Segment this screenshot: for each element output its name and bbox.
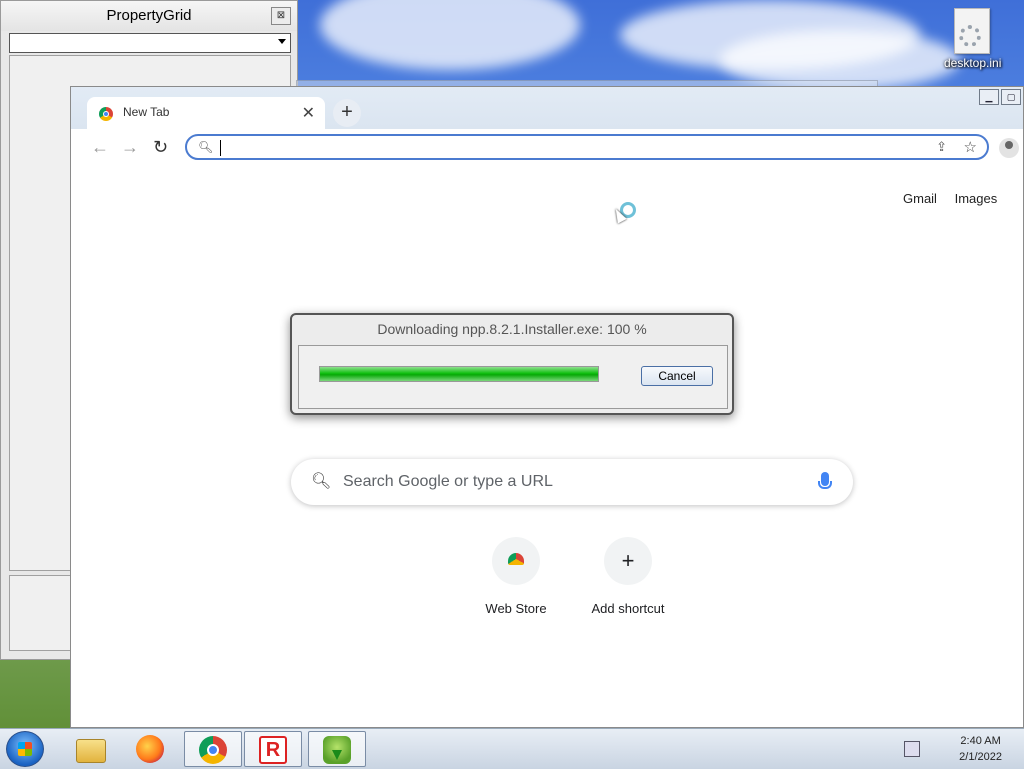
web-store-icon: [492, 537, 540, 585]
gmail-link[interactable]: Gmail: [903, 191, 937, 206]
file-explorer-icon: [76, 739, 106, 763]
top-links: Gmail Images: [903, 191, 1011, 206]
property-grid-titlebar[interactable]: PropertyGrid ⊠: [1, 1, 297, 31]
desktop-icon-label: desktop.ini: [944, 56, 1002, 70]
profile-avatar-icon[interactable]: [999, 138, 1019, 158]
reload-button[interactable]: ↻: [153, 137, 168, 158]
object-selector-dropdown[interactable]: [9, 33, 291, 53]
bookmark-star-icon[interactable]: ☆: [964, 138, 977, 156]
clock-time: 2:40 AM: [960, 735, 1001, 747]
maximize-button[interactable]: ▢: [1001, 89, 1021, 105]
taskbar-chrome[interactable]: [184, 731, 242, 767]
windows-logo-icon: [18, 742, 32, 756]
text-caret: [220, 140, 221, 156]
network-icon[interactable]: [904, 741, 920, 757]
shortcut-label: Web Store: [485, 601, 547, 616]
desktop-file-icon[interactable]: desktop.ini: [944, 8, 1002, 70]
system-tray: 2:40 AM 2/1/2022: [904, 729, 1024, 769]
cancel-button[interactable]: Cancel: [641, 366, 713, 386]
download-dialog: Downloading npp.8.2.1.Installer.exe: 100…: [290, 313, 734, 415]
window-controls: ▁ ▢: [979, 89, 1021, 105]
new-tab-button[interactable]: +: [333, 99, 361, 127]
taskbar-firefox[interactable]: [122, 731, 180, 767]
address-bar[interactable]: 🔍︎ ⇪ ☆: [185, 134, 989, 160]
start-button[interactable]: [6, 731, 44, 767]
plus-icon: +: [604, 537, 652, 585]
apps-menu-icon[interactable]: ⋮: [1017, 187, 1024, 207]
tab-title: New Tab: [123, 105, 170, 119]
forward-button[interactable]: →: [121, 137, 139, 158]
browser-toolbar: ← → ↻ 🔍︎ ⇪ ☆: [71, 129, 1023, 167]
taskbar-app-r[interactable]: R: [244, 731, 302, 767]
property-grid-title: PropertyGrid: [106, 7, 192, 24]
app-r-icon: R: [259, 736, 287, 764]
desktop-cloud: [320, 0, 580, 70]
chrome-center-icon: [207, 744, 219, 756]
taskbar-installer[interactable]: [308, 731, 366, 767]
taskbar-file-explorer[interactable]: [62, 731, 120, 767]
download-progress-bar: [319, 366, 599, 382]
firefox-icon: [136, 735, 164, 763]
chrome-icon: [199, 736, 227, 764]
back-button[interactable]: ←: [91, 137, 109, 158]
chevron-down-icon[interactable]: [278, 39, 286, 44]
download-arrow-icon: [332, 750, 342, 760]
search-icon: 🔍︎: [198, 140, 214, 154]
browser-titlebar[interactable]: ▁ ▢ New Tab ✕ + ← → ↻ 🔍︎ ⇪ ☆: [71, 87, 1023, 167]
shortcut-add[interactable]: + Add shortcut: [573, 537, 683, 616]
chrome-web-store-icon: [508, 553, 524, 565]
shortcut-web-store[interactable]: Web Store: [461, 537, 571, 616]
progress-fill: [320, 367, 598, 381]
tab-close-icon[interactable]: ✕: [302, 103, 315, 123]
shortcut-label: Add shortcut: [591, 601, 665, 616]
microphone-icon[interactable]: [818, 472, 832, 489]
search-placeholder: Search Google or type a URL: [343, 473, 553, 490]
clock-date: 2/1/2022: [959, 751, 1002, 763]
tab-new-tab[interactable]: New Tab ✕: [87, 97, 325, 129]
settings-file-icon: [954, 8, 990, 54]
download-title: Downloading npp.8.2.1.Installer.exe: 100…: [377, 321, 647, 337]
share-icon[interactable]: ⇪: [936, 139, 947, 155]
download-dialog-body: Cancel: [298, 345, 728, 409]
search-icon: 🔍︎: [311, 473, 332, 490]
clock[interactable]: 2:40 AM 2/1/2022: [959, 733, 1002, 765]
taskbar: R 2:40 AM 2/1/2022: [0, 728, 1024, 769]
close-button[interactable]: ⊠: [271, 7, 291, 25]
google-search-box[interactable]: 🔍︎ Search Google or type a URL: [291, 459, 853, 505]
chrome-favicon-icon: [99, 107, 113, 121]
installer-icon: [323, 736, 351, 764]
minimize-button[interactable]: ▁: [979, 89, 999, 105]
gear-icon: [959, 25, 981, 47]
images-link[interactable]: Images: [955, 191, 998, 206]
